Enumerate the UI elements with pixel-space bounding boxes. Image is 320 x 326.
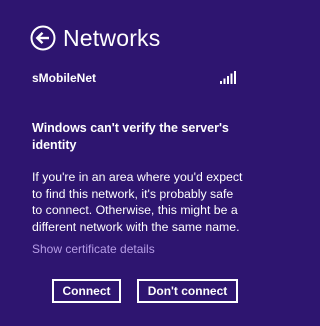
page-title: Networks — [63, 25, 161, 51]
header: Networks — [30, 24, 160, 52]
warning-title: Windows can't verify the server's identi… — [32, 121, 229, 152]
back-arrow-icon[interactable] — [30, 25, 56, 51]
warning-body: If you're in an area where you'd expect … — [32, 170, 243, 234]
network-name: sMobileNet — [32, 71, 97, 85]
signal-strength-icon — [220, 71, 236, 84]
dont-connect-button[interactable]: Don't connect — [137, 279, 238, 303]
show-certificate-details-link[interactable]: Show certificate details — [32, 241, 155, 257]
connect-button[interactable]: Connect — [52, 279, 121, 303]
network-row: sMobileNet — [32, 70, 238, 86]
